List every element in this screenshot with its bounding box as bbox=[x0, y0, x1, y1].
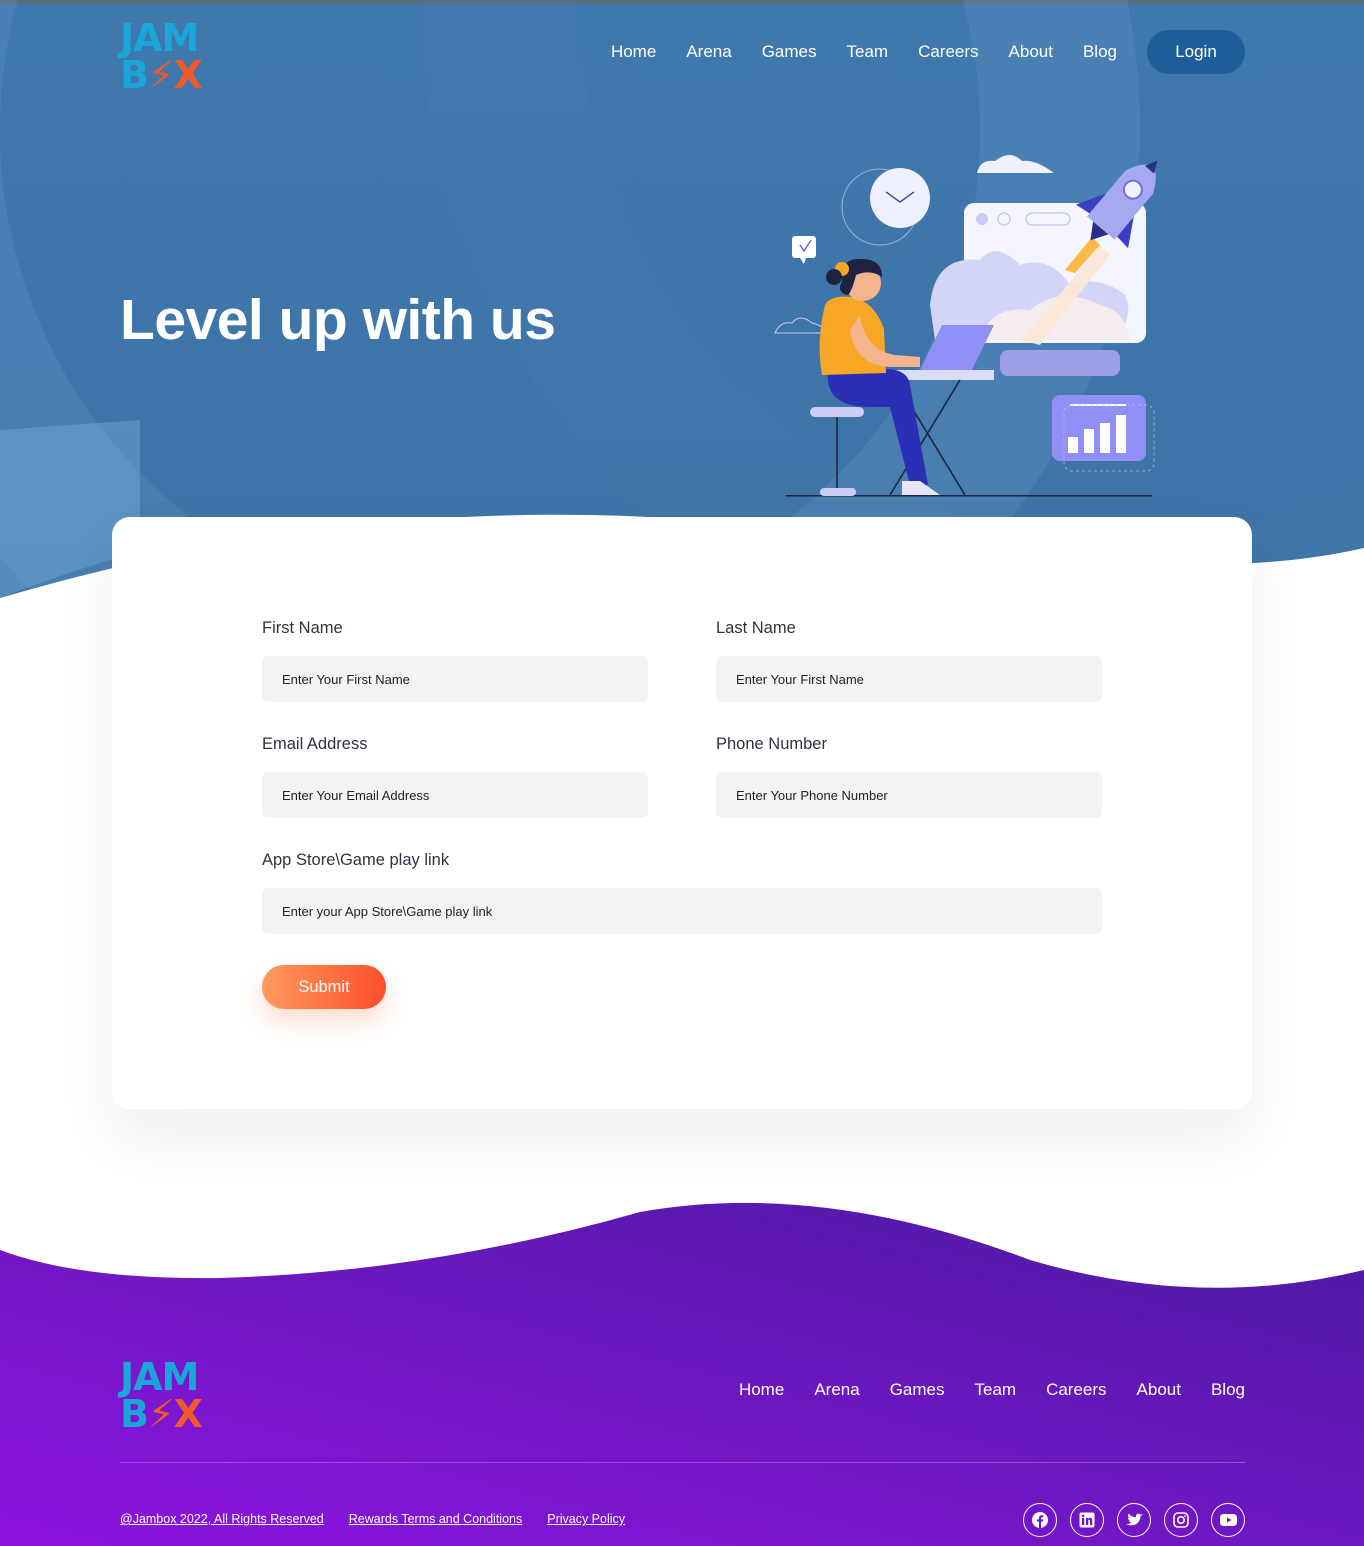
logo-line-box: B⚡X bbox=[120, 1392, 203, 1436]
twitter-icon[interactable] bbox=[1117, 1503, 1151, 1537]
footer-nav: Home Arena Games Team Careers About Blog bbox=[709, 1380, 1245, 1400]
header-nav: Home Arena Games Team Careers About Blog… bbox=[581, 30, 1245, 74]
footer-jambox-logo[interactable]: JAM B⚡X bbox=[120, 1358, 222, 1434]
login-button[interactable]: Login bbox=[1147, 30, 1245, 74]
rewards-terms-link[interactable]: Rewards Terms and Conditions bbox=[349, 1512, 522, 1526]
nav-about[interactable]: About bbox=[1009, 42, 1053, 62]
nav-blog[interactable]: Blog bbox=[1083, 42, 1117, 62]
nav-home[interactable]: Home bbox=[611, 42, 656, 62]
hero-title: Level up with us bbox=[120, 288, 556, 352]
footer-nav-home[interactable]: Home bbox=[739, 1380, 784, 1400]
instagram-icon[interactable] bbox=[1164, 1503, 1198, 1537]
linkedin-icon[interactable] bbox=[1070, 1503, 1104, 1537]
first-name-input[interactable] bbox=[262, 656, 648, 702]
logo-bolt-icon: ⚡ bbox=[147, 1392, 175, 1436]
hero-illustration bbox=[774, 155, 1158, 497]
email-label: Email Address bbox=[262, 735, 368, 753]
jambox-logo[interactable]: JAM B⚡X bbox=[120, 19, 222, 95]
signup-form-card: First Name Last Name Email Address Phone… bbox=[112, 517, 1252, 1109]
phone-input[interactable] bbox=[716, 772, 1102, 818]
footer-nav-team[interactable]: Team bbox=[974, 1380, 1016, 1400]
logo-line-jam: JAM bbox=[120, 1355, 199, 1399]
first-name-label: First Name bbox=[262, 619, 343, 637]
phone-label: Phone Number bbox=[716, 735, 827, 753]
nav-team[interactable]: Team bbox=[846, 42, 888, 62]
nav-arena[interactable]: Arena bbox=[686, 42, 731, 62]
logo-letter-x: X bbox=[173, 1392, 203, 1436]
nav-games[interactable]: Games bbox=[762, 42, 817, 62]
app-link-label: App Store\Game play link bbox=[262, 851, 450, 869]
legal-links: @Jambox 2022, All Rights Reserved Reward… bbox=[120, 1512, 650, 1526]
footer-nav-careers[interactable]: Careers bbox=[1046, 1380, 1106, 1400]
submit-button[interactable]: Submit bbox=[262, 965, 386, 1009]
footer-nav-arena[interactable]: Arena bbox=[814, 1380, 859, 1400]
copyright-link[interactable]: @Jambox 2022, All Rights Reserved bbox=[120, 1512, 324, 1526]
social-links bbox=[1010, 1503, 1245, 1537]
last-name-label: Last Name bbox=[716, 619, 796, 637]
logo-letter-b: B bbox=[120, 53, 149, 97]
last-name-input[interactable] bbox=[716, 656, 1102, 702]
facebook-icon[interactable] bbox=[1023, 1503, 1057, 1537]
email-input[interactable] bbox=[262, 772, 648, 818]
footer-nav-about[interactable]: About bbox=[1137, 1380, 1181, 1400]
logo-letter-b: B bbox=[120, 1392, 149, 1436]
footer-nav-blog[interactable]: Blog bbox=[1211, 1380, 1245, 1400]
logo-bolt-icon: ⚡ bbox=[147, 53, 175, 97]
app-link-input[interactable] bbox=[262, 888, 1102, 934]
nav-careers[interactable]: Careers bbox=[918, 42, 978, 62]
footer-nav-games[interactable]: Games bbox=[890, 1380, 945, 1400]
privacy-policy-link[interactable]: Privacy Policy bbox=[547, 1512, 625, 1526]
logo-line-jam: JAM bbox=[120, 16, 199, 60]
youtube-icon[interactable] bbox=[1211, 1503, 1245, 1537]
logo-line-box: B⚡X bbox=[120, 53, 203, 97]
footer-divider bbox=[120, 1462, 1245, 1463]
logo-letter-x: X bbox=[173, 53, 203, 97]
